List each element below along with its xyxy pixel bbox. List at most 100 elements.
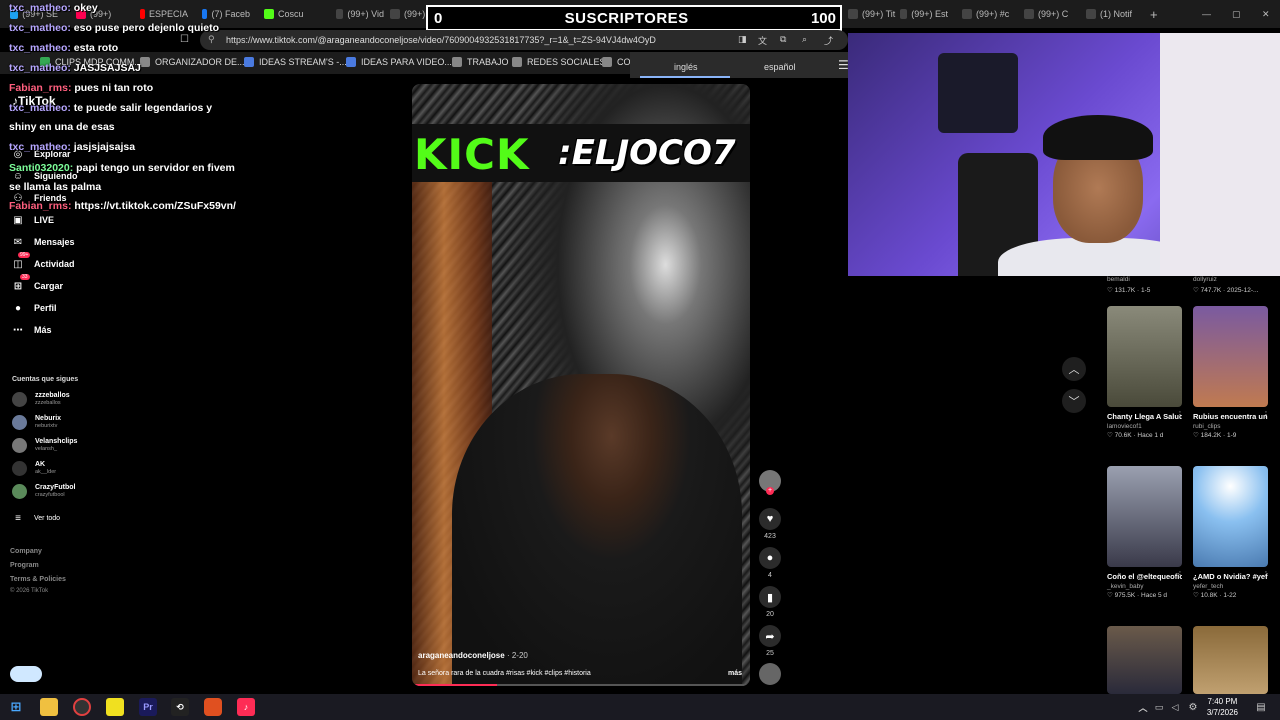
- recommended-video[interactable]: ¿AMD o Nvidia? #yefertech #nvid...yefer_…: [1193, 466, 1268, 599]
- video-thumbnail[interactable]: [1107, 466, 1182, 567]
- browser-tab[interactable]: (99+) Vid: [330, 4, 390, 24]
- following-account[interactable]: zzzeballos zzzeballos: [12, 392, 70, 407]
- following-account[interactable]: Neburix neburixtv: [12, 415, 61, 430]
- music-disc-icon[interactable]: [759, 663, 781, 685]
- recommended-video[interactable]: Chanty Llega A Saludar a Mav...lamovieco…: [1107, 306, 1182, 439]
- bookmark-item[interactable]: TRABAJO: [452, 57, 509, 67]
- bookmark-item[interactable]: IDEAS PARA VIDEO...: [346, 57, 452, 67]
- recommended-video[interactable]: [1193, 626, 1268, 694]
- browser-tab[interactable]: (1) Notif: [1080, 4, 1140, 24]
- rec-channel[interactable]: lamoviecof1: [1107, 423, 1182, 430]
- sidebar-item-cargar[interactable]: ⊞ Cargar: [12, 280, 63, 292]
- comment-icon[interactable]: ●: [759, 547, 781, 569]
- recommended-video[interactable]: Coño el @eltequeoficial..._kevin_baby ♡ 9…: [1107, 466, 1182, 599]
- browser-tab[interactable]: (99+) #c: [956, 4, 1016, 24]
- save-action[interactable]: ▮ 20: [759, 586, 781, 618]
- rec-title[interactable]: Coño el @eltequeoficial...: [1107, 571, 1182, 582]
- video-thumbnail[interactable]: [1193, 466, 1268, 567]
- footer-link[interactable]: Terms & Policies: [10, 576, 66, 583]
- capcut-icon[interactable]: ⟲: [171, 698, 189, 716]
- footer-link[interactable]: Company: [10, 548, 42, 555]
- rec-channel[interactable]: _kevin_baby: [1107, 583, 1182, 590]
- comment-action[interactable]: ● 4: [759, 547, 781, 579]
- address-bar[interactable]: https://www.tiktok.com/@araganeandoconel…: [200, 30, 848, 50]
- share-action[interactable]: ➦ 25: [759, 625, 781, 657]
- rec-channel[interactable]: dollyruiz: [1193, 276, 1217, 283]
- video-author[interactable]: araganeandoconeljose · 2-20: [418, 651, 528, 660]
- minimize-button[interactable]: —: [1196, 4, 1217, 24]
- new-tab-button[interactable]: +: [1144, 4, 1164, 24]
- following-account[interactable]: Velanshclips velansh_: [12, 438, 77, 453]
- bookmark-item[interactable]: REDES SOCIALES: [512, 57, 606, 67]
- translate-target-tab[interactable]: español: [764, 62, 796, 72]
- sidebar-item-perfil[interactable]: ● Perfil: [12, 302, 57, 314]
- rec-title[interactable]: ¿AMD o Nvidia? #yefertech #nvid...: [1193, 571, 1268, 582]
- get-app-button[interactable]: [10, 666, 42, 682]
- volume-icon[interactable]: ◁: [1166, 698, 1184, 716]
- like-action[interactable]: ♥ 423: [759, 508, 781, 540]
- video-progress-bar[interactable]: [412, 684, 750, 686]
- rec-channel[interactable]: bemaldi: [1107, 276, 1130, 283]
- recommended-video[interactable]: [1107, 626, 1182, 694]
- notifications-icon[interactable]: ▤: [1252, 698, 1270, 716]
- browser-tab[interactable]: (7) Faceb: [196, 4, 256, 24]
- bookmark-item[interactable]: CO: [602, 57, 631, 67]
- previous-video-button[interactable]: ︿: [1062, 357, 1086, 381]
- browser-tab[interactable]: ESPECIA: [134, 4, 194, 24]
- browser-tab[interactable]: (99+) C: [1018, 4, 1078, 24]
- following-account[interactable]: AK ak__lder: [12, 461, 56, 476]
- obs-icon[interactable]: [73, 698, 91, 716]
- video-author-name[interactable]: araganeandoconeljose: [418, 651, 505, 660]
- more-options-icon[interactable]: ⋮: [1262, 410, 1270, 419]
- video-player[interactable]: KICK :ELJOCO7 araganeandoconeljose · 2-2…: [412, 84, 750, 686]
- brave-icon[interactable]: [204, 698, 222, 716]
- sidebar-item-live[interactable]: ▣ LIVE: [12, 214, 54, 226]
- sidebar-item-actividad[interactable]: ◫ Actividad: [12, 258, 74, 270]
- sidebar-item-más[interactable]: ⋯ Más: [12, 324, 52, 336]
- maximize-button[interactable]: ▢: [1226, 4, 1247, 24]
- video-thumbnail[interactable]: [1107, 306, 1182, 407]
- footer-link[interactable]: Program: [10, 562, 39, 569]
- more-options-icon[interactable]: ⋮: [1176, 410, 1184, 419]
- translate-source-tab[interactable]: inglés: [674, 62, 698, 72]
- bookmark-item[interactable]: ORGANIZADOR DE...: [140, 57, 245, 67]
- video-thumbnail[interactable]: [1107, 626, 1182, 694]
- browser-tab[interactable]: Coscu: [258, 4, 318, 24]
- translate-icon[interactable]: 文: [758, 34, 767, 47]
- recommended-video[interactable]: Rubius encuentra un Pokémon...rubi_clips…: [1193, 306, 1268, 439]
- rec-title[interactable]: Rubius encuentra un Pokémon...: [1193, 411, 1268, 422]
- reader-icon[interactable]: ◨: [738, 34, 747, 45]
- premiere-icon[interactable]: Pr: [139, 698, 157, 716]
- next-video-button[interactable]: ﹀: [1062, 389, 1086, 413]
- tiktok-app-icon[interactable]: ♪: [237, 698, 255, 716]
- share-icon[interactable]: ➦: [759, 625, 781, 647]
- rec-channel[interactable]: yefer_tech: [1193, 583, 1268, 590]
- browser-tab[interactable]: (99+) Tit: [842, 4, 902, 24]
- see-all-link[interactable]: ≡ Ver todo: [12, 512, 60, 524]
- sidebar-item-mensajes[interactable]: ✉ Mensajes: [12, 236, 75, 248]
- file-explorer-icon[interactable]: [40, 698, 58, 716]
- rec-channel[interactable]: rubi_clips: [1193, 423, 1268, 430]
- bookmark-item[interactable]: IDEAS STREAM'S -...: [244, 57, 347, 67]
- author-avatar-action[interactable]: +: [759, 470, 781, 495]
- rec-title[interactable]: Chanty Llega A Saludar a Mav...: [1107, 411, 1182, 422]
- follow-plus-icon[interactable]: +: [766, 487, 774, 495]
- caption-more-link[interactable]: más: [728, 670, 742, 677]
- sound-disc[interactable]: [759, 663, 781, 685]
- more-options-icon[interactable]: ⋮: [1176, 570, 1184, 579]
- video-thumbnail[interactable]: [1193, 306, 1268, 407]
- close-window-button[interactable]: ✕: [1256, 4, 1276, 24]
- bookmark-star-icon[interactable]: ☐: [180, 34, 189, 45]
- browser-tab[interactable]: (99+) Est: [894, 4, 954, 24]
- following-account[interactable]: CrazyFutbol crazyfutbool: [12, 484, 75, 499]
- bookmark-icon[interactable]: ▮: [759, 586, 781, 608]
- taskbar-clock[interactable]: 7:40 PM 3/7/2026: [1207, 696, 1238, 718]
- video-thumbnail[interactable]: [1193, 626, 1268, 694]
- settings-icon[interactable]: ⚙: [1184, 698, 1202, 716]
- site-info-icon[interactable]: ⚲: [208, 34, 215, 45]
- heart-icon[interactable]: ♥: [759, 508, 781, 530]
- folder-icon[interactable]: [106, 698, 124, 716]
- open-external-icon[interactable]: ⧉: [780, 34, 786, 45]
- windows-start-icon[interactable]: ⊞: [7, 698, 25, 716]
- share-page-icon[interactable]: ⤴: [824, 34, 833, 47]
